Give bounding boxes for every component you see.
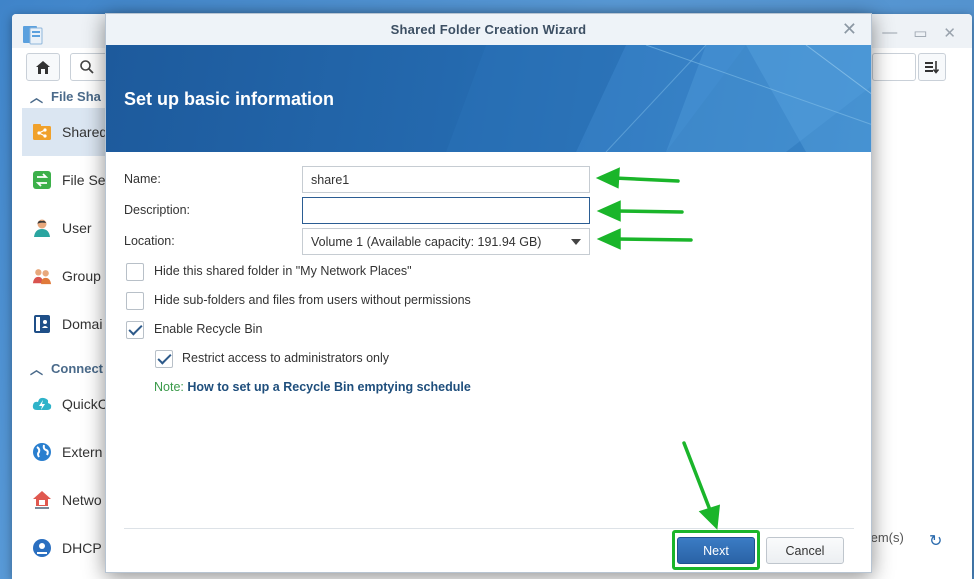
arrow-to-description-field: [596, 200, 684, 222]
annotation-arrows: [595, 167, 721, 530]
arrow-to-name-field: [595, 167, 680, 189]
arrow-to-location-field: [596, 228, 693, 250]
arrow-to-next-button: [682, 441, 721, 530]
